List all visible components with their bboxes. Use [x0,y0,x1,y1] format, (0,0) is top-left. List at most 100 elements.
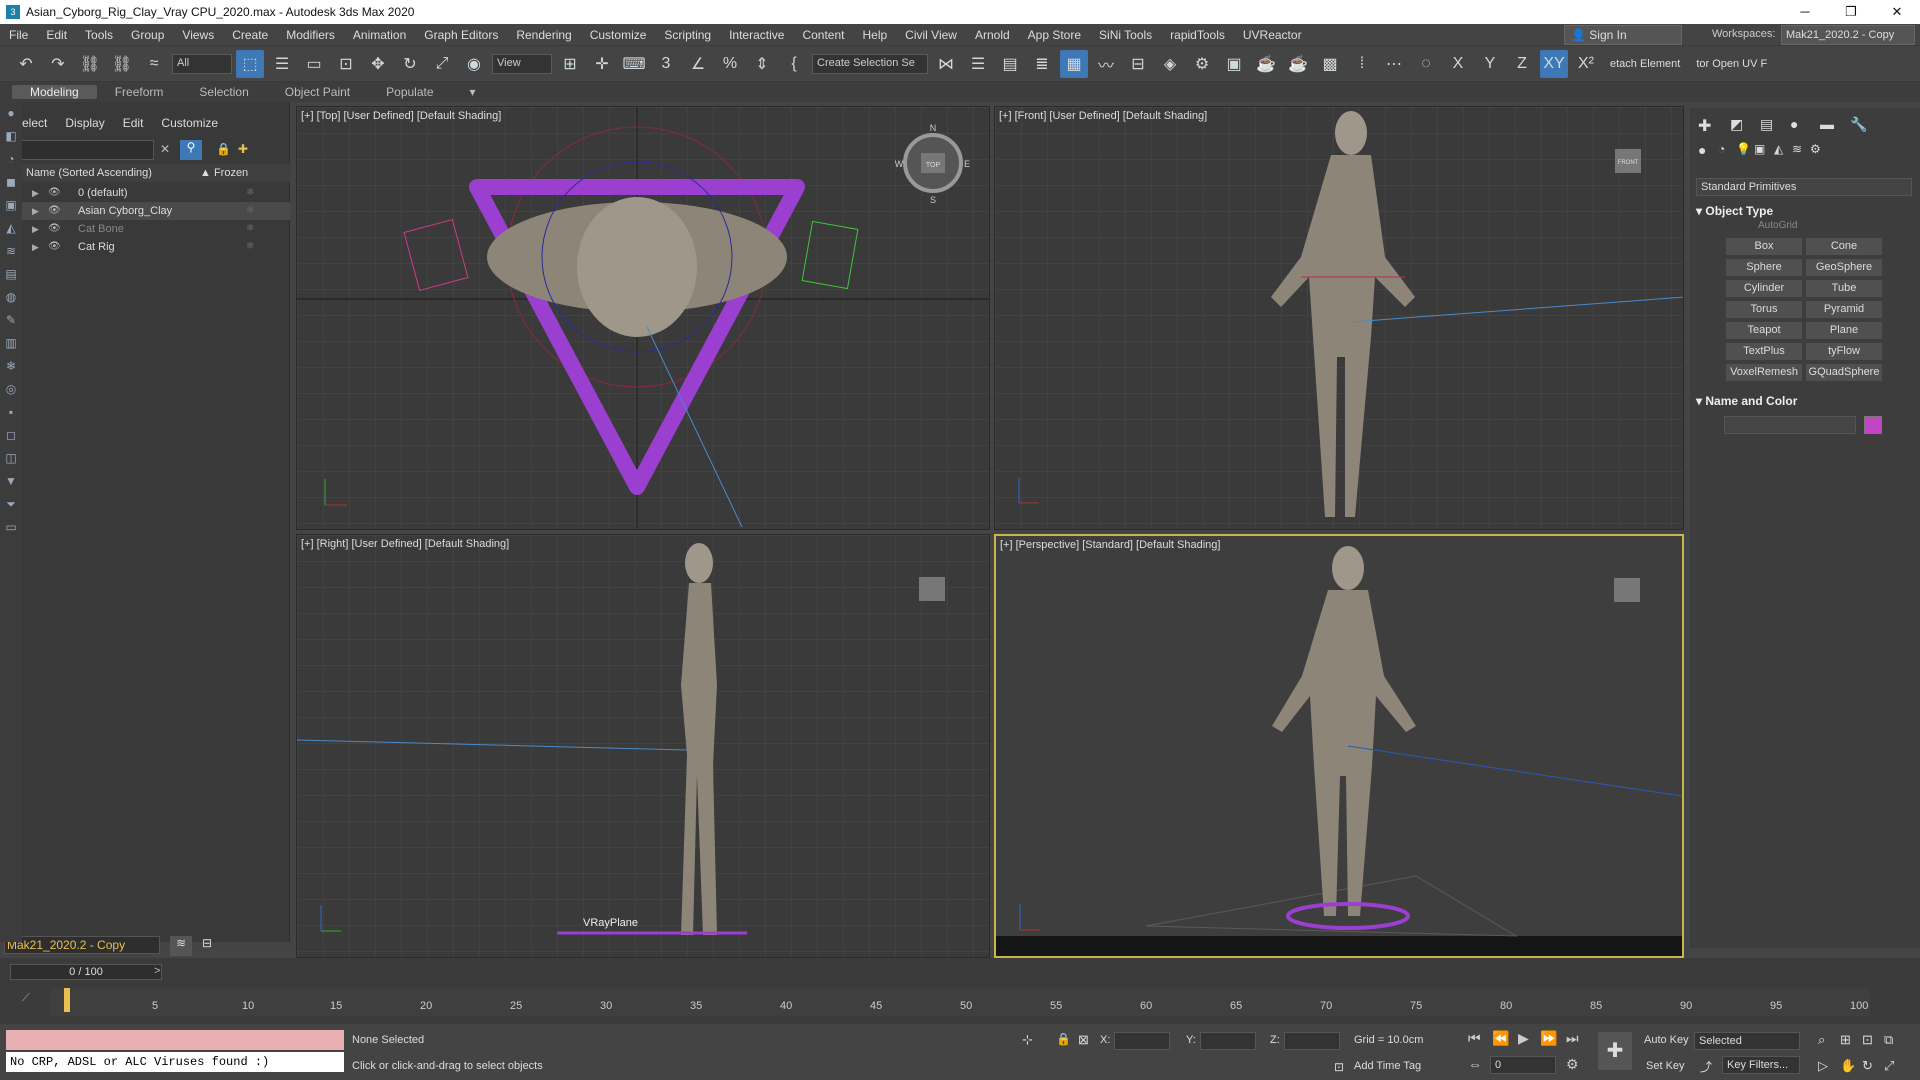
rect-selection-icon[interactable]: ▭ [300,50,328,78]
clear-search-icon[interactable]: ✕ [160,142,170,156]
display-containers-icon[interactable]: ▥ [0,332,22,355]
tube-button[interactable]: Tube [1806,280,1882,297]
display-influences-icon[interactable]: ◻ [0,424,22,447]
minimize-button[interactable]: ─ [1782,0,1828,24]
render-production-icon[interactable]: ☕ [1252,50,1280,78]
frozen-column-header[interactable]: ▲ Frozen [200,164,248,182]
modify-tab-icon[interactable]: ◩ [1730,116,1743,133]
snaps-toggle-icon[interactable]: 3 [652,50,680,78]
object-type-header[interactable]: ▾ Object Type [1696,204,1773,218]
zoom-extents-icon[interactable]: ⊡ [1862,1032,1873,1048]
eye-icon[interactable]: 👁 [48,184,61,202]
time-slider[interactable]: 0 / 100 [10,964,162,980]
scale-icon[interactable]: ⤢ [428,50,456,78]
zoom-all-icon[interactable]: ⊞ [1840,1032,1851,1048]
freeze-icon[interactable]: ❄ [246,220,254,238]
viewport-front[interactable]: FRONT [+] [Front] [User Defined] [Defaul… [994,106,1684,530]
layer-explorer-icon[interactable]: ≋ [170,936,192,956]
utilities-tab-icon[interactable]: 🔧 [1850,116,1867,133]
current-frame-input[interactable]: 0 [1490,1056,1556,1074]
display-lights-icon[interactable]: ◼ [0,171,22,194]
tab-modeling[interactable]: Modeling [12,85,97,99]
angle-snap-icon[interactable]: ∠ [684,50,712,78]
lights-icon[interactable]: 💡 [1736,142,1751,156]
key-filters-button[interactable]: Key Filters... [1722,1056,1800,1074]
zoom-extents-all-icon[interactable]: ⧉ [1884,1032,1893,1048]
rendered-frame-icon[interactable]: ▣ [1220,50,1248,78]
voxelremesh-button[interactable]: VoxelRemesh [1726,364,1802,381]
unlink-icon[interactable]: ⛓ [108,50,136,78]
display-geometry-icon[interactable]: ◧ [0,125,22,148]
menu-animation[interactable]: Animation [344,28,415,42]
cone-button[interactable]: Cone [1806,238,1882,255]
absolute-mode-icon[interactable]: ⊠ [1078,1032,1089,1048]
axis-x2-button[interactable]: X² [1572,50,1600,78]
collapse-icon[interactable]: ▭ [0,516,22,539]
expand-icon[interactable]: ▶ [32,220,39,238]
array-icon[interactable]: ⁞ [1348,50,1376,78]
x-coord-input[interactable] [1114,1032,1170,1050]
display-frozen-icon[interactable]: ❄ [0,355,22,378]
autogrid-checkbox[interactable]: AutoGrid [1758,220,1797,231]
primitives-dropdown[interactable]: Standard Primitives [1696,178,1912,196]
cylinder-button[interactable]: Cylinder [1726,280,1802,297]
link-icon[interactable]: ⛓ [76,50,104,78]
helpers-icon[interactable]: ◭ [1774,142,1783,156]
display-hidden-icon[interactable]: ◎ [0,378,22,401]
display-cameras-icon[interactable]: ▣ [0,194,22,217]
open-uv-editor-button[interactable]: tor Open UV F [1690,58,1773,70]
viewport-front-label[interactable]: [+] [Front] [User Defined] [Default Shad… [999,110,1207,122]
select-object-icon[interactable]: ⬚ [236,49,264,78]
move-icon[interactable]: ✥ [364,50,392,78]
menu-views[interactable]: Views [173,28,223,42]
goto-end-icon[interactable]: ⏭ [1566,1030,1579,1047]
viewport-right-label[interactable]: [+] [Right] [User Defined] [Default Shad… [301,538,509,550]
spacewarps-icon[interactable]: ≋ [1792,142,1802,156]
close-button[interactable]: ✕ [1874,0,1920,24]
add-layer-icon[interactable]: ✚ [238,142,248,156]
lock-icon[interactable]: 🔒 [216,142,231,156]
mirror-icon[interactable]: ⋈ [932,50,960,78]
named-selection-sets-dropdown[interactable]: Create Selection Se [812,53,928,74]
cameras-icon[interactable]: ▣ [1754,142,1765,156]
freeze-icon[interactable]: ❄ [246,202,254,220]
hierarchy-tab-icon[interactable]: ▤ [1760,116,1773,133]
viewport-perspective-label[interactable]: [+] [Perspective] [Standard] [Default Sh… [1000,539,1220,551]
rotate-icon[interactable]: ↻ [396,50,424,78]
selection-region-icon[interactable]: ◌ [1412,50,1440,78]
torus-button[interactable]: Torus [1726,301,1802,318]
key-mode-icon[interactable]: ⇔ [1468,1056,1482,1072]
filter-icon[interactable]: ⚲ [180,140,202,160]
scene-menu-edit[interactable]: Edit [123,116,144,130]
spinner-snap-icon[interactable]: ⇕ [748,50,776,78]
prev-key-icon[interactable]: ⏪ [1492,1030,1509,1047]
add-time-tag-button[interactable]: Add Time Tag [1354,1060,1421,1072]
render-setup-icon[interactable]: ⚙ [1188,50,1216,78]
pivot-center-icon[interactable]: ⊞ [556,50,584,78]
tab-object-paint[interactable]: Object Paint [267,85,368,99]
spacing-tool-icon[interactable]: ⋯ [1380,50,1408,78]
scene-explorer-toggle-icon[interactable]: ⊟ [196,936,218,956]
layer-dropdown[interactable]: Mak21_2020.2 - Copy [4,936,160,954]
selection-filter-dropdown[interactable]: All [172,53,232,74]
menu-rapidtools[interactable]: rapidTools [1161,28,1234,42]
scene-explorer-icon[interactable]: ▤ [996,50,1024,78]
eye-icon[interactable]: 👁 [48,220,61,238]
schematic-view-icon[interactable]: ⊟ [1124,50,1152,78]
bind-space-warp-icon[interactable]: ≈ [140,50,168,78]
tab-freeform[interactable]: Freeform [97,85,182,99]
sphere-button[interactable]: Sphere [1726,259,1802,276]
menu-modifiers[interactable]: Modifiers [277,28,344,42]
name-column-header[interactable]: Name (Sorted Ascending) [26,167,152,179]
pyramid-button[interactable]: Pyramid [1806,301,1882,318]
scene-column-header[interactable]: Name (Sorted Ascending) ▲ Frozen [22,164,290,182]
menu-rendering[interactable]: Rendering [507,28,580,42]
gquadsphere-button[interactable]: GQuadSphere [1806,364,1882,381]
axis-z-button[interactable]: Z [1508,50,1536,78]
detach-element-button[interactable]: etach Element [1604,58,1686,70]
percent-snap-icon[interactable]: % [716,50,744,78]
display-all-icon[interactable]: ● [0,102,22,125]
freeze-icon[interactable]: ❄ [246,184,254,202]
plane-button[interactable]: Plane [1806,322,1882,339]
box-button[interactable]: Box [1726,238,1802,255]
